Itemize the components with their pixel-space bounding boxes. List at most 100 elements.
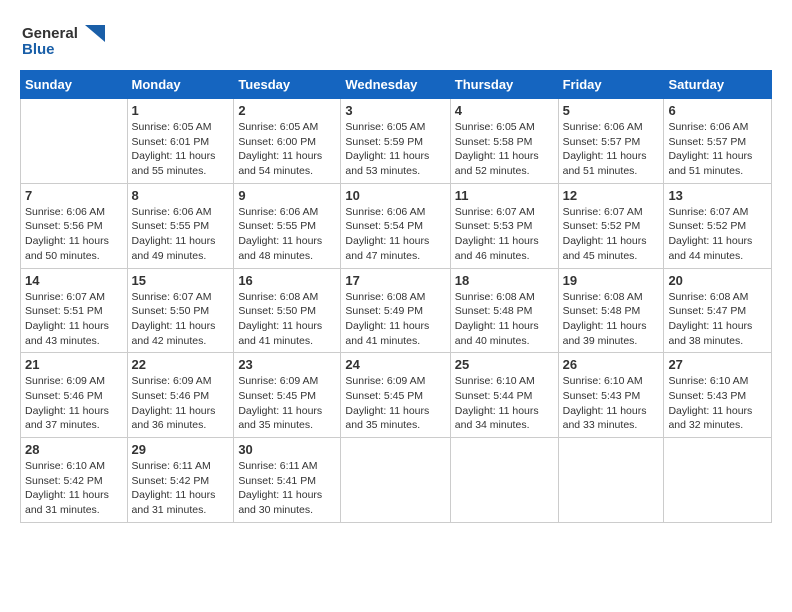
page-header: GeneralBlue [20,20,772,60]
day-cell: 12 Sunrise: 6:07 AMSunset: 5:52 PMDayligh… [558,183,664,268]
day-cell: 23 Sunrise: 6:09 AMSunset: 5:45 PMDayligh… [234,353,341,438]
day-info: Sunrise: 6:09 AMSunset: 5:46 PMDaylight:… [25,374,123,433]
day-info: Sunrise: 6:09 AMSunset: 5:45 PMDaylight:… [345,374,445,433]
day-info: Sunrise: 6:10 AMSunset: 5:43 PMDaylight:… [563,374,660,433]
day-cell: 29 Sunrise: 6:11 AMSunset: 5:42 PMDayligh… [127,438,234,523]
day-info: Sunrise: 6:07 AMSunset: 5:51 PMDaylight:… [25,290,123,349]
day-number: 12 [563,188,660,203]
day-cell: 20 Sunrise: 6:08 AMSunset: 5:47 PMDayligh… [664,268,772,353]
day-number: 26 [563,357,660,372]
day-cell [558,438,664,523]
day-number: 21 [25,357,123,372]
week-row-3: 14Sunrise: 6:07 AMSunset: 5:51 PMDayligh… [21,268,772,353]
day-cell: 16 Sunrise: 6:08 AMSunset: 5:50 PMDayligh… [234,268,341,353]
col-header-sunday: Sunday [21,71,128,99]
week-row-1: 1 Sunrise: 6:05 AMSunset: 6:01 PMDaylight… [21,99,772,184]
day-cell: 14Sunrise: 6:07 AMSunset: 5:51 PMDayligh… [21,268,128,353]
day-number: 11 [455,188,554,203]
col-header-saturday: Saturday [664,71,772,99]
day-info: Sunrise: 6:05 AMSunset: 5:58 PMDaylight:… [455,120,554,179]
day-info: Sunrise: 6:07 AMSunset: 5:53 PMDaylight:… [455,205,554,264]
day-cell [450,438,558,523]
day-info: Sunrise: 6:08 AMSunset: 5:48 PMDaylight:… [563,290,660,349]
day-number: 15 [132,273,230,288]
day-number: 3 [345,103,445,118]
day-info: Sunrise: 6:05 AMSunset: 6:01 PMDaylight:… [132,120,230,179]
day-cell: 3 Sunrise: 6:05 AMSunset: 5:59 PMDaylight… [341,99,450,184]
day-cell: 4 Sunrise: 6:05 AMSunset: 5:58 PMDaylight… [450,99,558,184]
day-number: 29 [132,442,230,457]
day-cell: 19 Sunrise: 6:08 AMSunset: 5:48 PMDayligh… [558,268,664,353]
day-info: Sunrise: 6:11 AMSunset: 5:42 PMDaylight:… [132,459,230,518]
day-number: 1 [132,103,230,118]
svg-text:General: General [22,25,78,42]
day-info: Sunrise: 6:08 AMSunset: 5:47 PMDaylight:… [668,290,767,349]
day-number: 8 [132,188,230,203]
day-cell: 7 Sunrise: 6:06 AMSunset: 5:56 PMDaylight… [21,183,128,268]
logo: GeneralBlue [20,20,110,60]
day-info: Sunrise: 6:05 AMSunset: 6:00 PMDaylight:… [238,120,336,179]
week-row-2: 7 Sunrise: 6:06 AMSunset: 5:56 PMDaylight… [21,183,772,268]
day-info: Sunrise: 6:06 AMSunset: 5:57 PMDaylight:… [563,120,660,179]
day-cell: 1 Sunrise: 6:05 AMSunset: 6:01 PMDaylight… [127,99,234,184]
day-info: Sunrise: 6:09 AMSunset: 5:46 PMDaylight:… [132,374,230,433]
day-info: Sunrise: 6:05 AMSunset: 5:59 PMDaylight:… [345,120,445,179]
day-number: 4 [455,103,554,118]
day-info: Sunrise: 6:08 AMSunset: 5:49 PMDaylight:… [345,290,445,349]
day-number: 5 [563,103,660,118]
day-info: Sunrise: 6:09 AMSunset: 5:45 PMDaylight:… [238,374,336,433]
day-info: Sunrise: 6:07 AMSunset: 5:52 PMDaylight:… [563,205,660,264]
day-number: 20 [668,273,767,288]
day-number: 7 [25,188,123,203]
col-header-monday: Monday [127,71,234,99]
day-info: Sunrise: 6:06 AMSunset: 5:57 PMDaylight:… [668,120,767,179]
day-cell: 30 Sunrise: 6:11 AMSunset: 5:41 PMDayligh… [234,438,341,523]
day-cell: 2 Sunrise: 6:05 AMSunset: 6:00 PMDaylight… [234,99,341,184]
day-number: 9 [238,188,336,203]
col-header-thursday: Thursday [450,71,558,99]
day-number: 2 [238,103,336,118]
day-cell [664,438,772,523]
day-cell: 13Sunrise: 6:07 AMSunset: 5:52 PMDayligh… [664,183,772,268]
day-cell: 18 Sunrise: 6:08 AMSunset: 5:48 PMDayligh… [450,268,558,353]
day-cell [21,99,128,184]
day-number: 13 [668,188,767,203]
day-number: 23 [238,357,336,372]
day-cell: 28Sunrise: 6:10 AMSunset: 5:42 PMDayligh… [21,438,128,523]
day-number: 16 [238,273,336,288]
day-number: 18 [455,273,554,288]
day-cell: 21 Sunrise: 6:09 AMSunset: 5:46 PMDayligh… [21,353,128,438]
day-info: Sunrise: 6:06 AMSunset: 5:54 PMDaylight:… [345,205,445,264]
svg-text:Blue: Blue [22,41,55,58]
day-number: 6 [668,103,767,118]
day-cell: 25 Sunrise: 6:10 AMSunset: 5:44 PMDayligh… [450,353,558,438]
day-number: 22 [132,357,230,372]
col-header-friday: Friday [558,71,664,99]
day-cell: 5 Sunrise: 6:06 AMSunset: 5:57 PMDaylight… [558,99,664,184]
day-number: 19 [563,273,660,288]
day-cell: 6 Sunrise: 6:06 AMSunset: 5:57 PMDaylight… [664,99,772,184]
day-number: 10 [345,188,445,203]
day-cell: 8Sunrise: 6:06 AMSunset: 5:55 PMDaylight… [127,183,234,268]
day-info: Sunrise: 6:11 AMSunset: 5:41 PMDaylight:… [238,459,336,518]
day-info: Sunrise: 6:06 AMSunset: 5:55 PMDaylight:… [238,205,336,264]
day-info: Sunrise: 6:07 AMSunset: 5:50 PMDaylight:… [132,290,230,349]
day-cell [341,438,450,523]
day-cell: 17Sunrise: 6:08 AMSunset: 5:49 PMDayligh… [341,268,450,353]
day-number: 25 [455,357,554,372]
week-row-4: 21 Sunrise: 6:09 AMSunset: 5:46 PMDayligh… [21,353,772,438]
day-number: 24 [345,357,445,372]
day-info: Sunrise: 6:08 AMSunset: 5:48 PMDaylight:… [455,290,554,349]
header-row: SundayMondayTuesdayWednesdayThursdayFrid… [21,71,772,99]
day-info: Sunrise: 6:10 AMSunset: 5:44 PMDaylight:… [455,374,554,433]
day-cell: 24 Sunrise: 6:09 AMSunset: 5:45 PMDayligh… [341,353,450,438]
day-cell: 26 Sunrise: 6:10 AMSunset: 5:43 PMDayligh… [558,353,664,438]
day-number: 27 [668,357,767,372]
day-cell: 11 Sunrise: 6:07 AMSunset: 5:53 PMDayligh… [450,183,558,268]
day-info: Sunrise: 6:10 AMSunset: 5:43 PMDaylight:… [668,374,767,433]
day-number: 30 [238,442,336,457]
day-info: Sunrise: 6:08 AMSunset: 5:50 PMDaylight:… [238,290,336,349]
day-info: Sunrise: 6:06 AMSunset: 5:56 PMDaylight:… [25,205,123,264]
day-cell: 15 Sunrise: 6:07 AMSunset: 5:50 PMDayligh… [127,268,234,353]
day-cell: 10 Sunrise: 6:06 AMSunset: 5:54 PMDayligh… [341,183,450,268]
